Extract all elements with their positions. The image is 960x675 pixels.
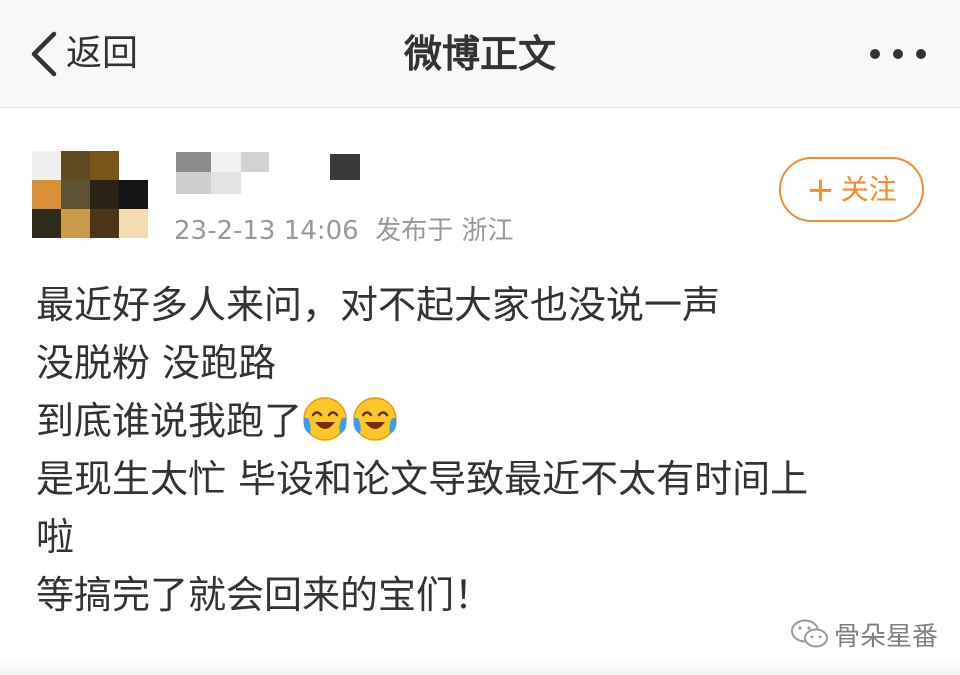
avatar[interactable] [32,151,148,238]
post-line: 没脱粉 没跑路 [36,341,277,385]
laughing-crying-emoji-icon [303,397,347,441]
post-line: 是现生太忙 毕设和论文导致最近不太有时间上 [36,457,809,501]
navbar: 返回 微博正文 [0,0,960,108]
watermark: 骨朵星番 [790,614,938,654]
post-meta: 23-2-13 14:06 发布于 浙江 [174,212,514,250]
plus-icon: + [806,169,835,210]
more-dots-icon[interactable] [868,46,928,62]
post-line-text: 到底谁说我跑了 [36,399,303,443]
page-title: 微博正文 [403,32,556,76]
follow-button[interactable]: + 关注 [779,157,924,222]
post-timestamp: 23-2-13 14:06 [174,216,359,246]
post-line: 最近好多人来问，对不起大家也没说一声 [36,283,721,327]
follow-label: 关注 [840,172,897,206]
watermark-text: 骨朵星番 [834,621,939,652]
post-line: 到底谁说我跑了 [36,392,936,450]
post-line: 啦 [36,515,75,559]
wechat-icon [791,619,828,648]
post-location: 浙江 [461,216,514,246]
bottom-edge [0,660,960,675]
laughing-crying-emoji-icon [353,397,397,441]
location-prefix: 发布于 [375,216,454,246]
post-body: 最近好多人来问，对不起大家也没说一声 没脱粉 没跑路 到底谁说我跑了 是现生太忙… [36,276,936,624]
username[interactable] [176,150,376,196]
